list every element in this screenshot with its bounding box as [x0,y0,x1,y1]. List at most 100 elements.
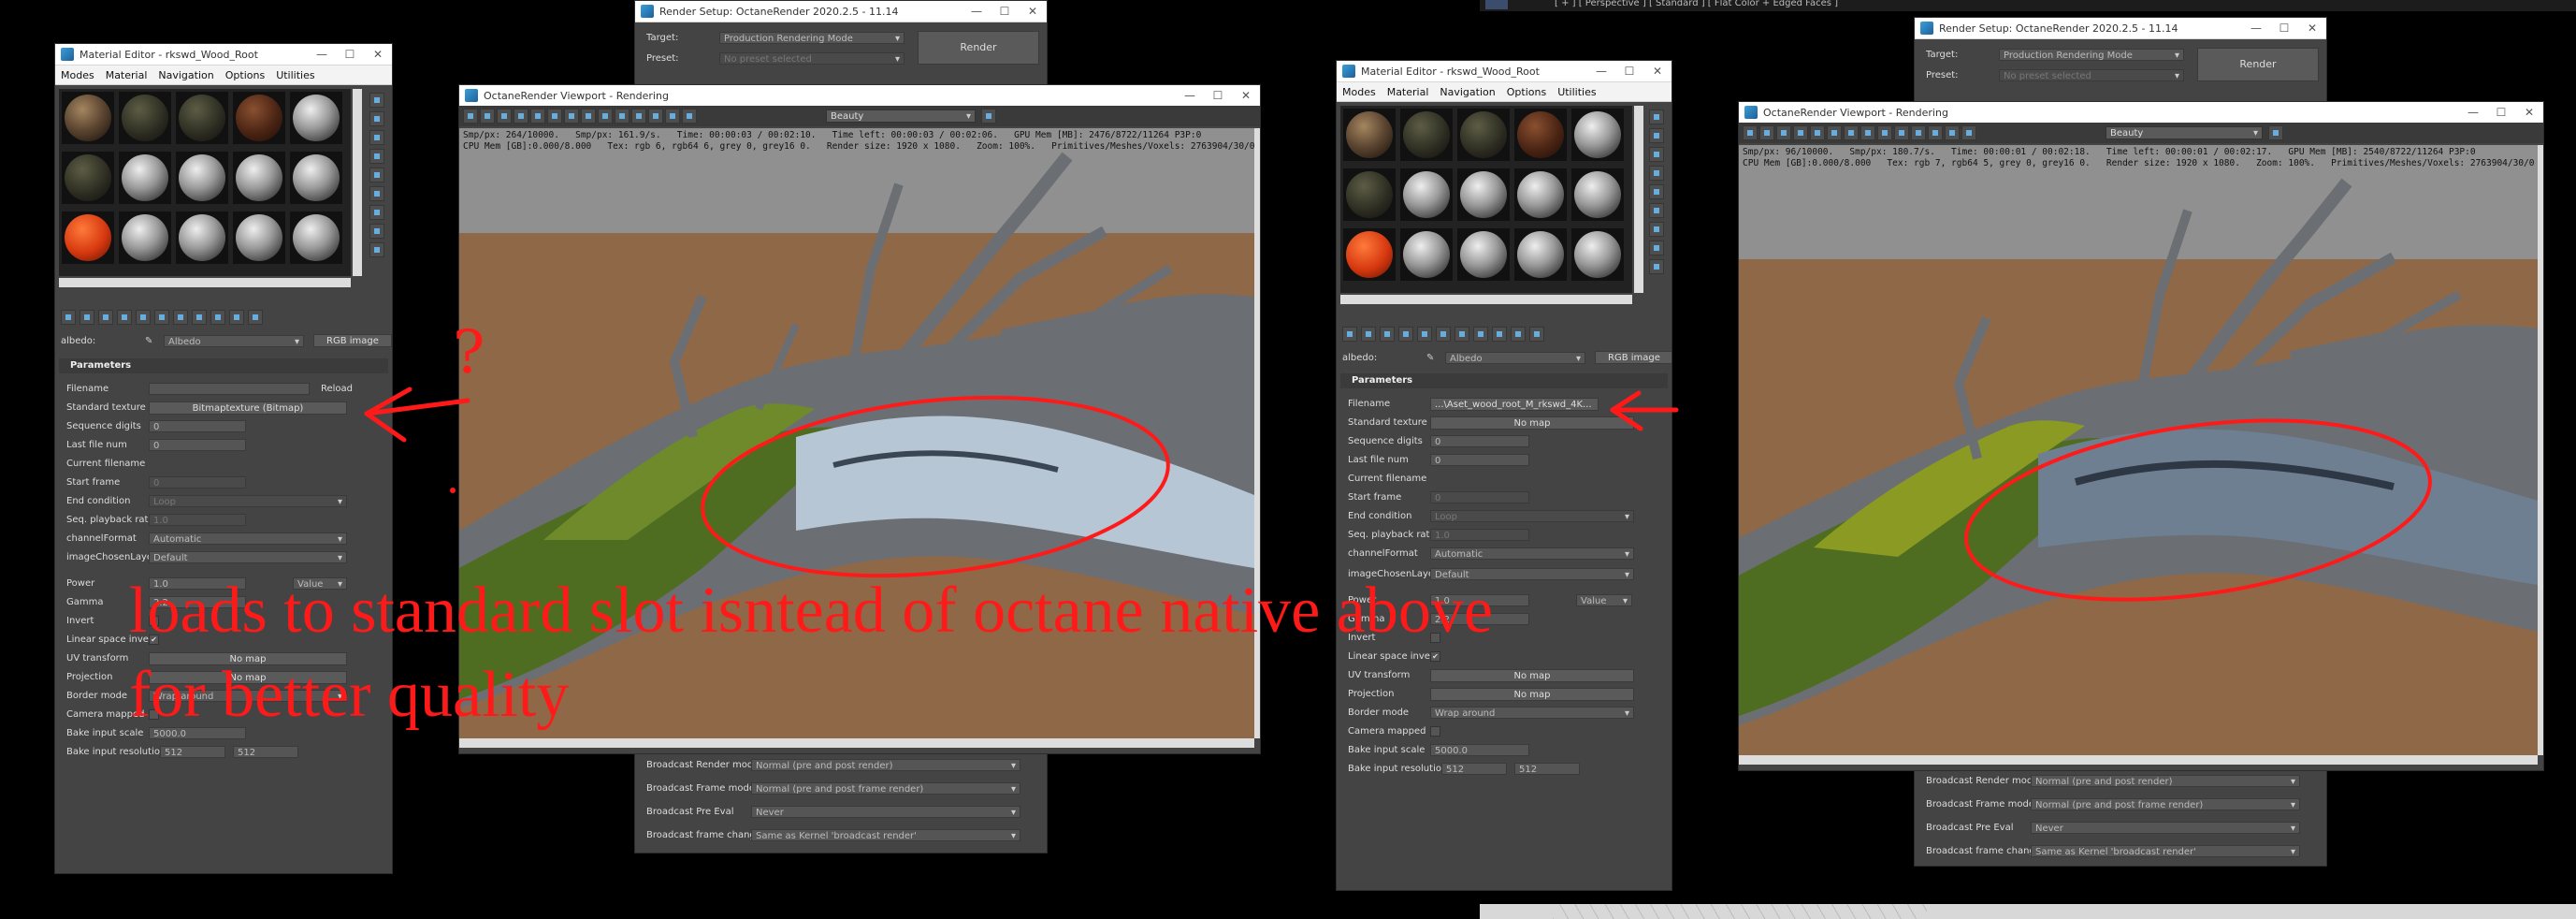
pass-settings-icon[interactable] [2268,125,2283,140]
maximize-button[interactable]: ☐ [336,48,364,61]
parameters-header[interactable]: Parameters [1340,373,1668,388]
end-condition-dropdown[interactable]: Loop [1430,510,1634,522]
denoise-icon[interactable] [665,109,680,124]
pause-icon[interactable] [514,109,528,124]
close-button[interactable]: ✕ [1643,65,1672,78]
sample-slot[interactable] [118,91,172,145]
save-icon[interactable] [1844,125,1859,140]
options-icon[interactable] [1649,222,1664,237]
sample-slot[interactable] [232,151,286,205]
sample-slot[interactable] [1513,108,1568,162]
menu-modes[interactable]: Modes [55,69,100,81]
target-dropdown[interactable]: Production Rendering Mode [1999,48,2184,61]
material-id-icon[interactable] [173,310,188,325]
sample-slot[interactable] [61,91,115,145]
render-image-right[interactable]: Smp/px: 96/10000. Smp/px: 180.7/s. Time:… [1739,145,2538,755]
assign-material-icon[interactable] [1380,327,1395,342]
select-by-material-icon[interactable] [1649,241,1664,255]
sample-slot[interactable] [1342,227,1397,282]
pass-dropdown[interactable]: Beauty [2106,126,2263,139]
end-condition-dropdown[interactable]: Loop [149,495,347,507]
color-icon[interactable] [1928,125,1943,140]
last-file-num-spinner[interactable]: 0 [1430,454,1529,466]
camera-icon[interactable] [1759,125,1774,140]
refresh-icon[interactable] [1776,125,1791,140]
denoise-icon[interactable] [1945,125,1960,140]
close-button[interactable]: ✕ [2515,106,2543,119]
maximize-button[interactable]: ☐ [1615,65,1643,78]
color-icon[interactable] [648,109,663,124]
last-file-num-spinner[interactable]: 0 [149,439,246,451]
sample-slot[interactable] [175,91,229,145]
target-dropdown[interactable]: Production Rendering Mode [719,31,904,44]
stop-icon[interactable] [530,109,545,124]
sample-slot[interactable] [1513,227,1568,282]
sample-slot[interactable] [1399,227,1454,282]
lock-icon[interactable] [463,109,478,124]
preset-dropdown[interactable]: No preset selected [1999,68,2184,81]
albedo-name-field[interactable]: Albedo [1445,351,1585,364]
sample-slot[interactable] [232,211,286,265]
power-mode-dropdown[interactable]: Value [1576,594,1632,606]
gear-icon[interactable] [682,109,697,124]
sample-slot[interactable] [1456,227,1511,282]
standard-texture-button[interactable]: Bitmaptexture (Bitmap) [149,401,347,415]
get-material-icon[interactable] [61,310,76,325]
viewport-vscrollbar[interactable] [2538,145,2543,755]
video-check-icon[interactable] [369,168,384,182]
clay-icon[interactable] [615,109,630,124]
maximize-button[interactable]: ☐ [2487,106,2515,119]
linear-space-invert-checkbox[interactable]: ✔ [1430,651,1440,662]
uv-tiling-icon[interactable] [1649,166,1664,181]
albedo-name-field[interactable]: Albedo [164,334,304,347]
make-unique-icon[interactable] [136,310,151,325]
uv-tiling-icon[interactable] [369,149,384,164]
menu-material[interactable]: Material [100,69,153,81]
eyedropper-icon[interactable]: ✎ [145,336,158,346]
parameters-header[interactable]: Parameters [59,358,388,373]
camera-icon[interactable] [480,109,495,124]
sample-slot[interactable] [61,211,115,265]
settings-icon[interactable] [631,109,646,124]
stats-icon[interactable] [598,109,613,124]
video-check-icon[interactable] [1649,184,1664,199]
viewport-label[interactable]: [ + ] [ Perspective ] [ Standard ] [ Fla… [1555,0,1838,8]
minimize-button[interactable]: — [962,5,991,18]
pick-icon[interactable] [1860,125,1875,140]
slots-scrollbar[interactable] [353,89,362,276]
pick-icon[interactable] [581,109,596,124]
rs-row-dropdown[interactable]: Normal (pre and post frame render) [751,781,1020,795]
maximize-button[interactable]: ☐ [991,5,1019,18]
get-material-icon[interactable] [1342,327,1357,342]
uv-transform-button[interactable]: No map [1430,668,1634,682]
standard-texture-button[interactable]: No map [1430,416,1634,430]
make-preview-icon[interactable] [369,186,384,201]
put-to-library-icon[interactable] [154,310,169,325]
sample-slot[interactable] [61,151,115,205]
slots-hscrollbar[interactable] [59,278,351,287]
region-icon[interactable] [547,109,562,124]
sequence-digits-spinner[interactable]: 0 [149,420,246,432]
sample-slot[interactable] [175,211,229,265]
stop-icon[interactable] [1810,125,1825,140]
rs-row-dropdown[interactable]: Normal (pre and post frame render) [2031,797,2300,810]
assign-material-icon[interactable] [98,310,113,325]
sequence-digits-spinner[interactable]: 0 [1430,435,1529,447]
menu-options[interactable]: Options [1501,86,1552,98]
bake-res-y-spinner[interactable]: 512 [1514,763,1580,775]
bake-res-y-spinner[interactable]: 512 [233,746,298,758]
pass-dropdown[interactable]: Beauty [826,109,976,123]
bake-res-x-spinner[interactable]: 512 [1441,763,1507,775]
gear-icon[interactable] [1961,125,1976,140]
sample-slot[interactable] [1456,168,1511,222]
reload-button[interactable]: Reload [321,384,353,394]
viewport-hscrollbar[interactable] [459,738,1254,748]
sample-slot[interactable] [1342,168,1397,222]
sample-slot[interactable] [232,91,286,145]
sample-slot[interactable] [1399,108,1454,162]
material-id-icon[interactable] [1454,327,1469,342]
start-frame-spinner[interactable]: 0 [1430,491,1529,503]
viewport-vscrollbar[interactable] [1254,128,1260,738]
close-button[interactable]: ✕ [364,48,392,61]
filename-field[interactable] [149,383,310,395]
